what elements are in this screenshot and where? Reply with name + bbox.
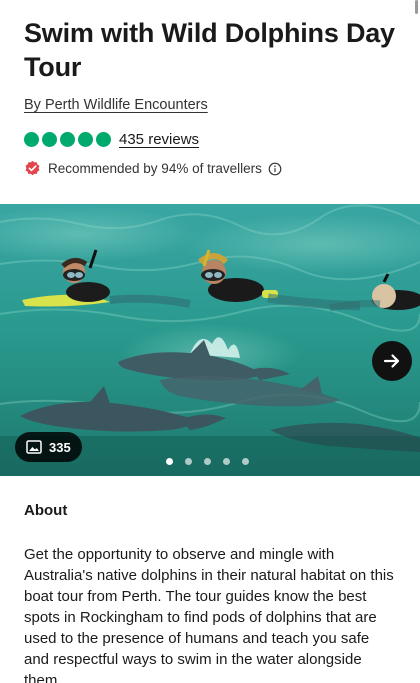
about-description: Get the opportunity to observe and mingl… [24, 546, 394, 683]
photo-count-label: 335 [49, 439, 71, 455]
rating-bubble [24, 132, 39, 147]
reviews-link[interactable]: 435 reviews [119, 131, 199, 148]
next-photo-button[interactable] [372, 341, 412, 381]
image-icon [26, 440, 42, 454]
about-heading: About [24, 502, 68, 519]
pagination-dot[interactable] [223, 458, 230, 465]
pagination-dot[interactable] [242, 458, 249, 465]
info-icon[interactable] [268, 162, 282, 176]
pagination-dot[interactable] [166, 458, 173, 465]
photo-gallery[interactable]: 335 [0, 204, 420, 476]
operator-link[interactable]: By Perth Wildlife Encounters [24, 97, 208, 113]
pagination-dot[interactable] [185, 458, 192, 465]
recommendation-text: Recommended by 94% of travellers [48, 161, 262, 176]
rating-bubble [60, 132, 75, 147]
page-scrollbar[interactable] [415, 0, 418, 14]
page-title: Swim with Wild Dolphins Day Tour [24, 18, 395, 82]
rating-bubble [96, 132, 111, 147]
pagination-dot[interactable] [204, 458, 211, 465]
listing-header: Swim with Wild Dolphins Day Tour By Pert… [0, 0, 420, 177]
rating-bubbles [24, 132, 111, 147]
about-text-container: Get the opportunity to observe and mingl… [24, 519, 396, 683]
photo-count-button[interactable]: 335 [15, 432, 82, 462]
rating-row: 435 reviews [24, 131, 396, 148]
rating-bubble [78, 132, 93, 147]
rating-bubble [42, 132, 57, 147]
award-badge-icon [25, 160, 40, 176]
gallery-pagination [166, 458, 249, 465]
about-section: About Get the opportunity to observe and… [0, 476, 420, 683]
recommendation-row: Recommended by 94% of travellers [24, 160, 396, 177]
arrow-right-icon [383, 354, 400, 368]
